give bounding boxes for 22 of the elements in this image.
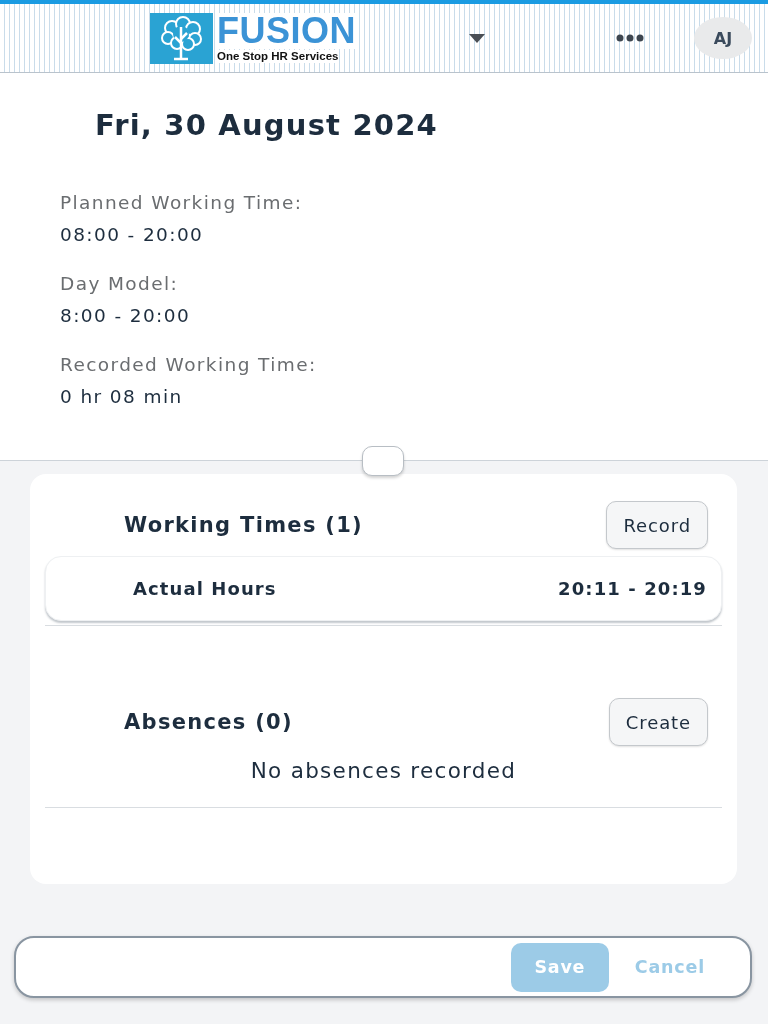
avatar-button[interactable]: AJ	[694, 17, 752, 59]
detail-label: Planned Working Time:	[60, 191, 303, 215]
detail-value: 0 hr 08 min	[60, 385, 183, 409]
logo-title: FUSION	[217, 13, 356, 49]
empty-message: No absences recorded	[250, 758, 517, 783]
more-icon[interactable]	[616, 34, 644, 42]
entry-time: 20:11 - 20:19	[558, 577, 707, 600]
caret-down-icon[interactable]	[469, 33, 485, 43]
entry-label: Actual Hours	[133, 577, 277, 600]
date-title: Fri, 30 August 2024	[95, 108, 438, 142]
detail-label: Recorded Working Time:	[60, 353, 317, 377]
section-title: Working Times (1)	[124, 512, 364, 538]
detail-value: 08:00 - 20:00	[60, 223, 204, 247]
section-title: Absences (0)	[124, 709, 293, 735]
detail-value: 8:00 - 20:00	[60, 304, 191, 328]
tree-logo-icon	[150, 12, 213, 64]
drag-handle[interactable]	[362, 446, 404, 476]
detail-label: Day Model:	[60, 272, 179, 296]
create-button[interactable]: Create	[608, 698, 708, 746]
time-entry-row[interactable]: Actual Hours 20:11 - 20:19	[45, 556, 722, 621]
record-button[interactable]: Record	[606, 501, 708, 549]
logo-tagline: One Stop HR Services	[217, 50, 339, 63]
